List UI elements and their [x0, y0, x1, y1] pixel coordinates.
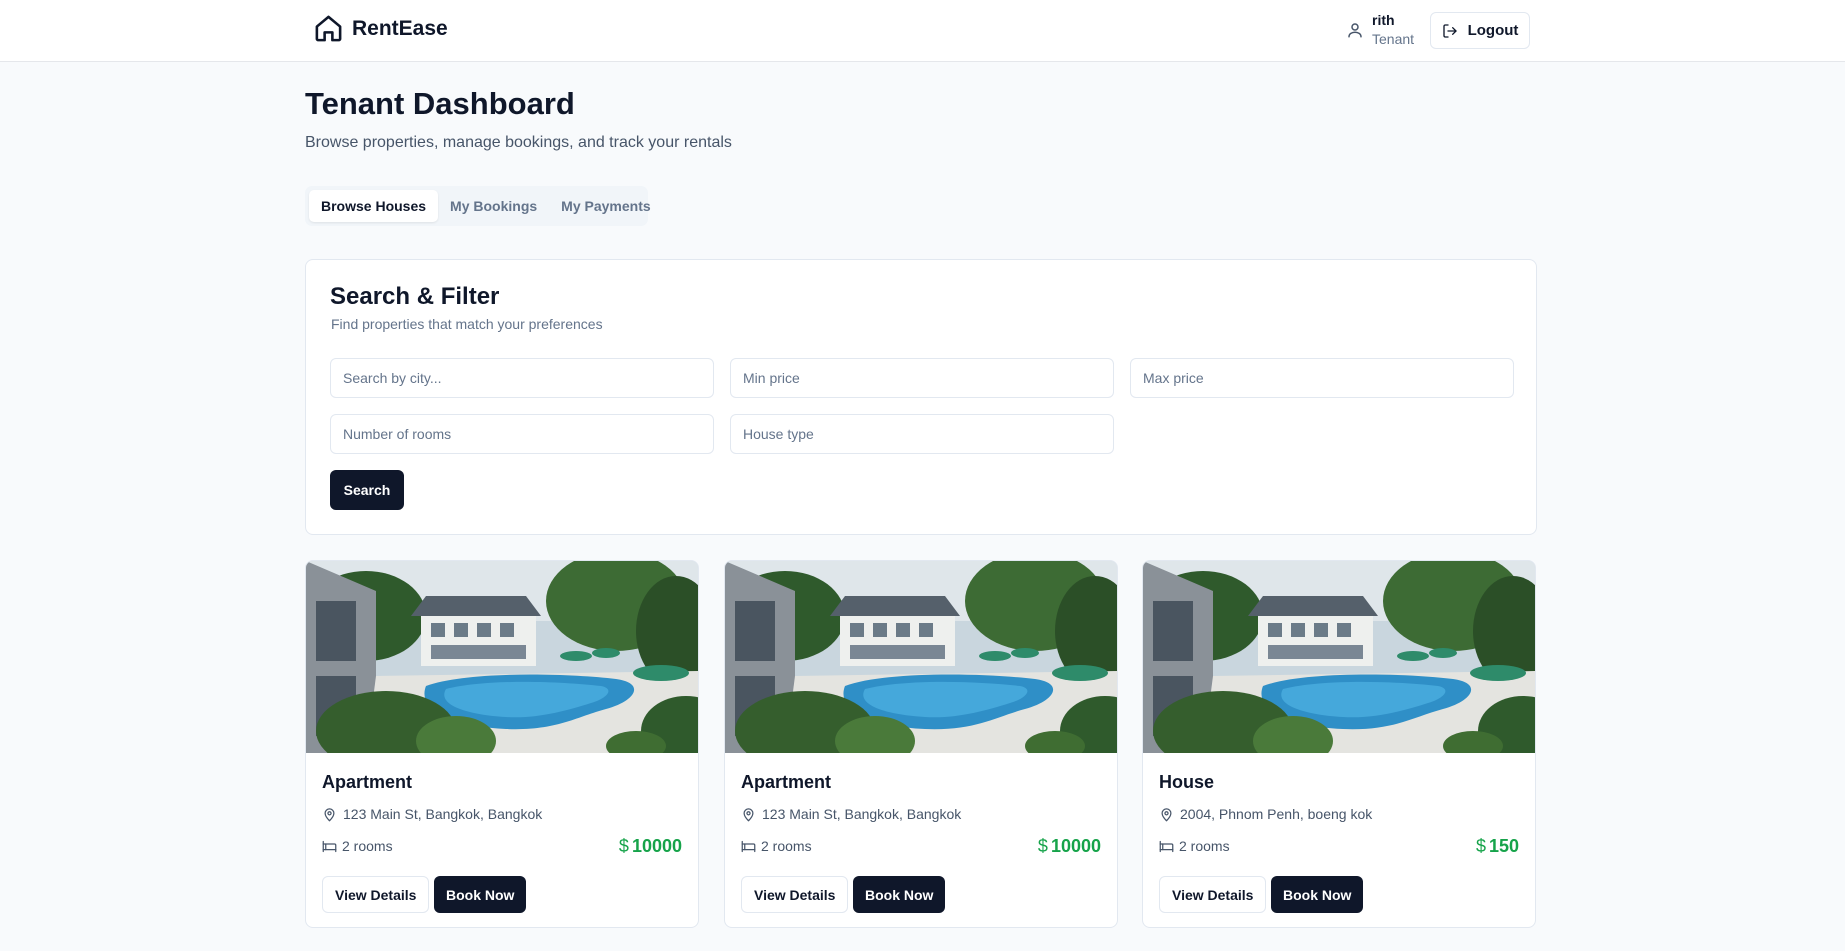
property-image: [306, 561, 699, 753]
listing-rooms-text: 2 rooms: [761, 838, 812, 854]
property-image: [725, 561, 1118, 753]
view-details-button[interactable]: View Details: [1159, 876, 1267, 913]
view-details-button[interactable]: View Details: [322, 876, 430, 913]
logout-button[interactable]: Logout: [1430, 12, 1530, 49]
listing-price: $ 150: [1476, 836, 1519, 857]
map-pin-icon: [743, 807, 754, 821]
brand[interactable]: RentEase: [313, 13, 448, 44]
search-filter-card: Search & Filter Find properties that mat…: [305, 259, 1537, 535]
filter-title: Search & Filter: [330, 283, 500, 310]
listing-rooms: 2 rooms: [1159, 838, 1230, 854]
tab-my-bookings[interactable]: My Bookings: [438, 190, 549, 222]
listing-price-value: 150: [1488, 836, 1519, 856]
property-image: [1143, 561, 1536, 753]
listing-card[interactable]: House 2004, Phnom Penh, boeng kok 2 room…: [1142, 560, 1536, 928]
dashboard-tabs: Browse Houses My Bookings My Payments: [305, 186, 651, 226]
listing-title: Apartment: [741, 772, 832, 792]
listing-card[interactable]: Apartment 123 Main St, Bangkok, Bangkok …: [724, 560, 1118, 928]
user-role: Tenant: [1372, 31, 1415, 47]
map-pin-icon: [1161, 807, 1172, 821]
tab-browse-houses[interactable]: Browse Houses: [309, 190, 439, 222]
listing-location-text: 123 Main St, Bangkok, Bangkok: [762, 806, 962, 822]
page-subtitle: Browse properties, manage bookings, and …: [305, 134, 732, 151]
logout-icon: [1442, 23, 1457, 38]
dollar-icon: $: [1037, 836, 1048, 856]
min-price-input[interactable]: [730, 358, 1114, 398]
listing-title: House: [1159, 772, 1215, 792]
user-info: rith Tenant: [1346, 11, 1414, 49]
listing-price: $ 10000: [1038, 836, 1101, 857]
book-now-button[interactable]: Book Now: [434, 876, 527, 913]
listing-location: 123 Main St, Bangkok, Bangkok: [741, 806, 961, 822]
search-button[interactable]: Search: [330, 470, 404, 510]
top-navbar: RentEase rith Tenant Logout: [0, 0, 1845, 62]
bed-icon: [741, 840, 756, 852]
listing-price: $ 10000: [619, 836, 682, 857]
logout-label: Logout: [1467, 22, 1519, 39]
listing-rooms: 2 rooms: [741, 838, 812, 854]
user-name: rith: [1372, 12, 1395, 28]
listing-rooms-text: 2 rooms: [1179, 838, 1230, 854]
listing-price-value: 10000: [1050, 836, 1101, 856]
dollar-icon: $: [618, 836, 629, 856]
house-type-input[interactable]: [730, 414, 1114, 454]
filter-subtitle: Find properties that match your preferen…: [331, 316, 603, 332]
max-price-input[interactable]: [1130, 358, 1514, 398]
rooms-input[interactable]: [330, 414, 714, 454]
bed-icon: [322, 840, 337, 852]
brand-name: RentEase: [352, 16, 448, 40]
listing-location: 123 Main St, Bangkok, Bangkok: [322, 806, 542, 822]
home-icon: [315, 15, 342, 42]
book-now-button[interactable]: Book Now: [853, 876, 946, 913]
listing-location: 2004, Phnom Penh, boeng kok: [1159, 806, 1372, 822]
tab-my-payments[interactable]: My Payments: [549, 190, 662, 222]
listing-location-text: 2004, Phnom Penh, boeng kok: [1180, 806, 1373, 822]
bed-icon: [1159, 840, 1174, 852]
user-icon: [1348, 23, 1362, 38]
city-search-input[interactable]: [330, 358, 714, 398]
listing-rooms: 2 rooms: [322, 838, 393, 854]
listing-rooms-text: 2 rooms: [342, 838, 393, 854]
map-pin-icon: [324, 807, 335, 821]
listing-card[interactable]: Apartment 123 Main St, Bangkok, Bangkok …: [305, 560, 699, 928]
view-details-button[interactable]: View Details: [741, 876, 849, 913]
listing-location-text: 123 Main St, Bangkok, Bangkok: [343, 806, 543, 822]
page-title: Tenant Dashboard: [305, 86, 575, 121]
book-now-button[interactable]: Book Now: [1271, 876, 1364, 913]
listing-title: Apartment: [322, 772, 413, 792]
listing-price-value: 10000: [631, 836, 682, 856]
dollar-icon: $: [1475, 836, 1486, 856]
